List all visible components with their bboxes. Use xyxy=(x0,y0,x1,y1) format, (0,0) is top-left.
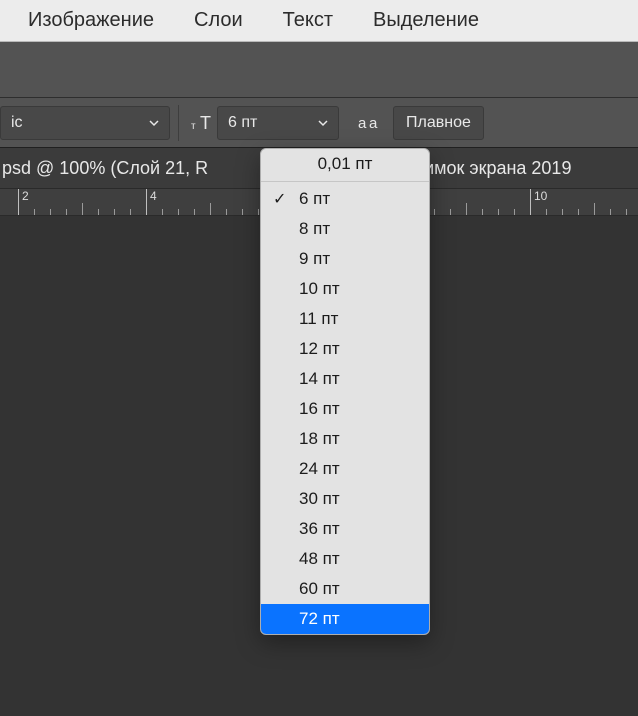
ruler-tick-minor xyxy=(194,209,195,215)
ruler-tick-minor xyxy=(98,209,99,215)
antialias-mode-select[interactable]: Плавное xyxy=(393,106,484,140)
svg-text:a: a xyxy=(358,115,367,132)
ruler-tick-label: 4 xyxy=(150,189,157,203)
options-bar: ic т T 6 пт a a Плавное xyxy=(0,98,638,148)
font-size-option[interactable]: 9 пт xyxy=(261,244,429,274)
font-size-option[interactable]: 10 пт xyxy=(261,274,429,304)
svg-text:a: a xyxy=(369,115,378,132)
font-size-option[interactable]: 24 пт xyxy=(261,454,429,484)
ruler-tick-label: 2 xyxy=(22,189,29,203)
font-size-option[interactable]: 14 пт xyxy=(261,364,429,394)
ruler-tick-minor xyxy=(434,209,435,215)
ruler-tick-minor xyxy=(450,209,451,215)
ruler-tick-major: 10 xyxy=(530,189,531,215)
ruler-tick-major: 2 xyxy=(18,189,19,215)
ruler-tick-minor xyxy=(626,209,627,215)
ruler-tick-minor xyxy=(594,203,595,215)
ruler-tick-minor xyxy=(178,209,179,215)
app-menubar: Изображение Слои Текст Выделение xyxy=(0,0,638,42)
ruler-tick-minor xyxy=(50,209,51,215)
svg-text:т: т xyxy=(191,121,196,132)
ruler-tick-minor xyxy=(578,209,579,215)
ruler-tick-minor xyxy=(514,209,515,215)
font-size-option[interactable]: 36 пт xyxy=(261,514,429,544)
font-size-option[interactable]: 0,01 пт xyxy=(261,149,429,179)
font-style-value: ic xyxy=(1,114,139,132)
ruler-tick-minor xyxy=(610,209,611,215)
font-size-option[interactable]: 11 пт xyxy=(261,304,429,334)
menu-layers[interactable]: Слои xyxy=(174,9,263,32)
font-size-option[interactable]: 8 пт xyxy=(261,214,429,244)
font-size-option[interactable]: 12 пт xyxy=(261,334,429,364)
font-size-option[interactable]: 6 пт xyxy=(261,184,429,214)
svg-text:T: T xyxy=(200,113,211,133)
font-size-option[interactable]: 48 пт xyxy=(261,544,429,574)
font-size-option[interactable]: 30 пт xyxy=(261,484,429,514)
menu-image[interactable]: Изображение xyxy=(8,9,174,32)
ruler-tick-minor xyxy=(498,209,499,215)
chevron-down-icon[interactable] xyxy=(139,106,169,140)
ruler-tick-minor xyxy=(82,203,83,215)
menu-selection[interactable]: Выделение xyxy=(353,9,499,32)
ruler-tick-minor xyxy=(466,203,467,215)
font-style-select[interactable]: ic xyxy=(0,106,170,140)
ruler-tick-minor xyxy=(162,209,163,215)
tab-label-right: нимок экрана 2019 xyxy=(414,158,571,179)
separator xyxy=(178,105,179,141)
font-size-option[interactable]: 16 пт xyxy=(261,394,429,424)
ruler-tick-minor xyxy=(482,209,483,215)
antialias-mode-label: Плавное xyxy=(406,114,471,132)
font-size-value: 6 пт xyxy=(218,114,308,132)
ruler-tick-minor xyxy=(258,209,259,215)
font-size-option[interactable]: 18 пт xyxy=(261,424,429,454)
tool-options-upper-gap xyxy=(0,42,638,98)
antialias-icon: a a xyxy=(355,106,385,140)
font-size-icon: т T xyxy=(187,106,217,140)
ruler-tick-major: 4 xyxy=(146,189,147,215)
ruler-tick-minor xyxy=(210,203,211,215)
ruler-tick-minor xyxy=(226,209,227,215)
ruler-tick-minor xyxy=(34,209,35,215)
ruler-tick-minor xyxy=(562,209,563,215)
font-size-dropdown: 0,01 пт6 пт8 пт9 пт10 пт11 пт12 пт14 пт1… xyxy=(260,148,430,635)
ruler-tick-minor xyxy=(130,209,131,215)
ruler-tick-minor xyxy=(114,209,115,215)
font-size-option[interactable]: 60 пт xyxy=(261,574,429,604)
ruler-tick-label: 10 xyxy=(534,189,547,203)
font-size-select[interactable]: 6 пт xyxy=(217,106,339,140)
tab-label-left: psd @ 100% (Слой 21, R xyxy=(0,158,208,179)
dropdown-divider xyxy=(261,181,429,182)
ruler-tick-minor xyxy=(546,209,547,215)
ruler-tick-minor xyxy=(66,209,67,215)
menu-text[interactable]: Текст xyxy=(263,9,353,32)
ruler-tick-minor xyxy=(242,209,243,215)
chevron-down-icon[interactable] xyxy=(308,106,338,140)
font-size-option[interactable]: 72 пт xyxy=(261,604,429,634)
